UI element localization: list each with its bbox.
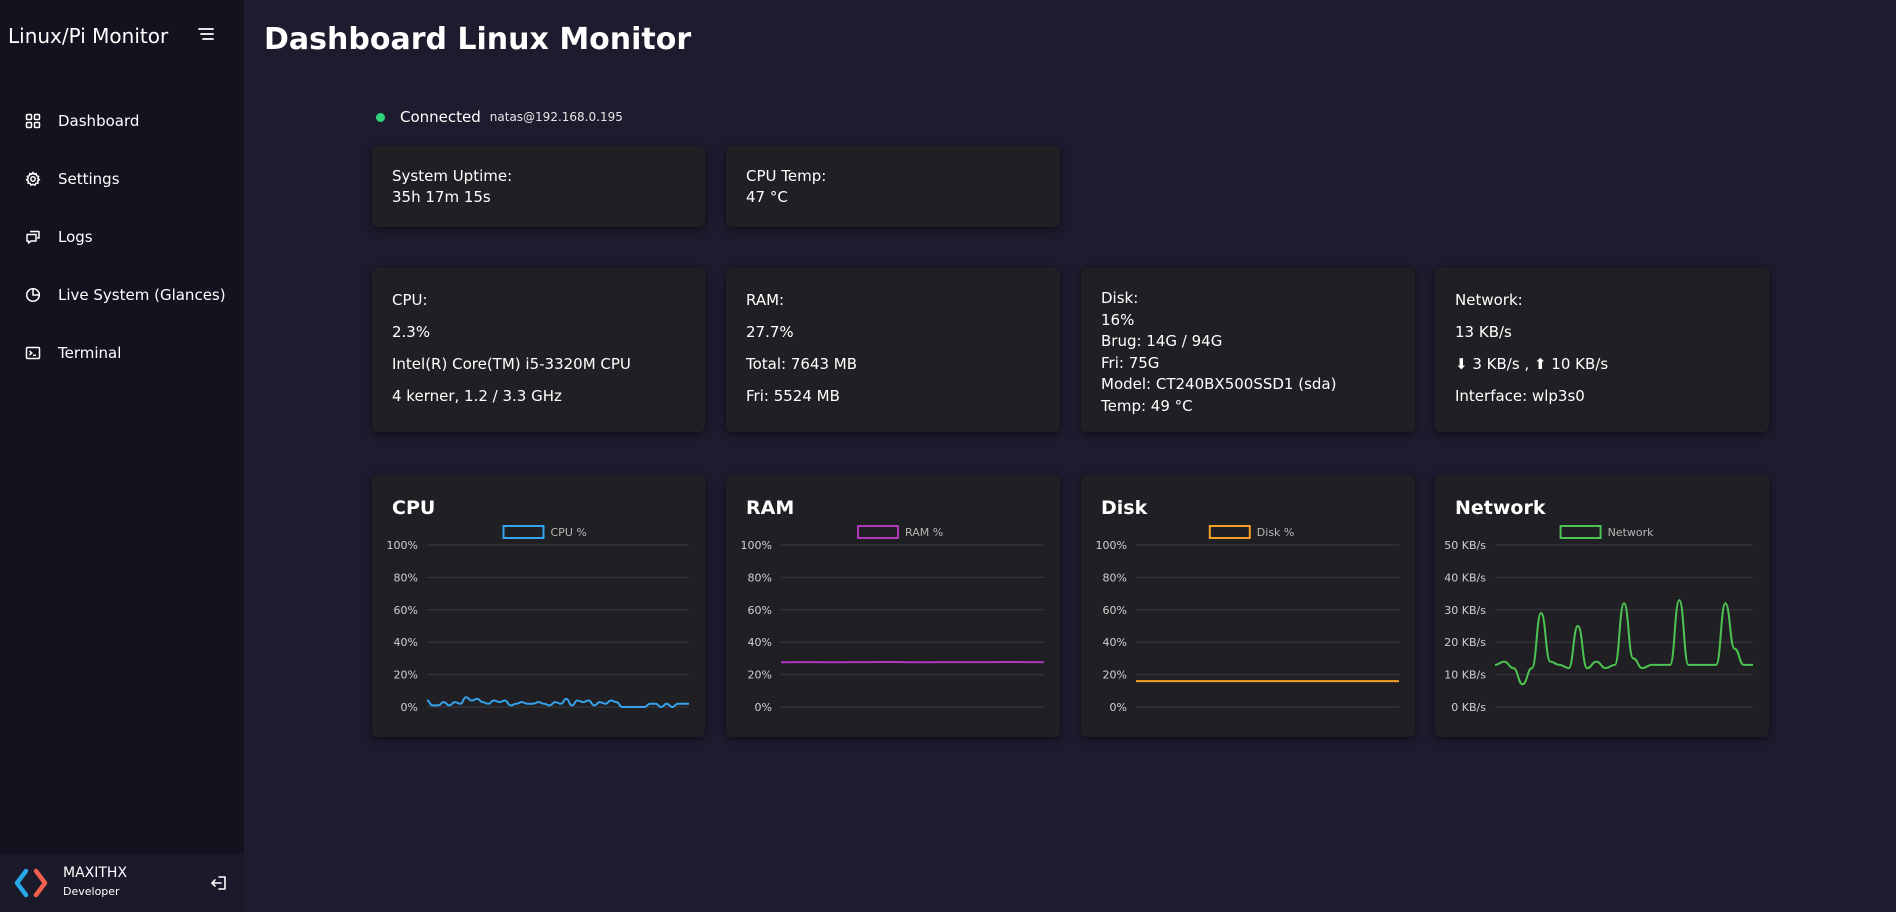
cpu-chart: CPU % 100% 80% 60% 40% 20% 0% [387, 525, 689, 714]
brand-logo-icon [14, 868, 48, 898]
messages-icon [25, 229, 41, 245]
menu-toggle-icon[interactable] [196, 24, 216, 44]
sidebar-item-live-system[interactable]: Live System (Glances) [0, 266, 244, 324]
disk-card: Disk: 16% Brug: 14G / 94G Fri: 75G Model… [1081, 268, 1415, 432]
y-tick-label: 0% [755, 701, 772, 714]
legend-swatch [1559, 525, 1602, 539]
y-tick-label: 0% [401, 701, 418, 714]
connection-status: Connected natas@192.168.0.195 [376, 108, 623, 126]
terminal-icon [25, 345, 41, 361]
cpu-usage: 2.3% [392, 323, 431, 341]
y-tick-label: 30 KB/s [1444, 604, 1486, 617]
ram-card: RAM: 27.7% Total: 7643 MB Fri: 5524 MB [726, 268, 1060, 432]
y-tick-label: 60% [748, 604, 772, 617]
ram-chart-card: RAM RAM % 100% 80% 60% 40% 20% 0% [726, 475, 1060, 737]
series-line [426, 696, 689, 708]
cpu-temp-label: CPU Temp: [746, 167, 827, 185]
legend-label: Network [1608, 526, 1655, 539]
sidebar-item-label: Terminal [58, 344, 122, 362]
network-label: Network: [1455, 291, 1523, 309]
status-dot-icon [376, 112, 385, 122]
y-tick-label: 50 KB/s [1444, 539, 1486, 552]
cpu-card: CPU: 2.3% Intel(R) Core(TM) i5-3320M CPU… [372, 268, 705, 432]
y-tick-label: 0% [1110, 701, 1127, 714]
grid-icon [25, 113, 41, 129]
legend-swatch [1208, 525, 1251, 539]
cpu-chart-card: CPU CPU % 100% 80% 60% 40% 20% 0% [372, 475, 705, 737]
profile-role: Developer [63, 885, 120, 898]
y-tick-label: 20% [748, 669, 772, 682]
legend-swatch [502, 525, 545, 539]
y-tick-label: 40% [394, 636, 418, 649]
sidebar-item-label: Settings [58, 170, 120, 188]
gear-icon [25, 171, 41, 187]
user-profile: MAXITHX Developer [0, 854, 244, 912]
sidebar-item-terminal[interactable]: Terminal [0, 324, 244, 382]
sidebar-item-label: Logs [58, 228, 93, 246]
pie-icon [25, 287, 41, 303]
network-chart: Network 50 KB/s 40 KB/s 30 KB/s 20 KB/s 10 KB… [1444, 525, 1753, 714]
y-tick-label: 20% [1103, 669, 1127, 682]
y-tick-label: 40% [748, 636, 772, 649]
legend-swatch [857, 525, 899, 539]
cpu-label: CPU: [392, 291, 428, 309]
y-tick-label: 80% [1103, 571, 1127, 584]
disk-model: Model: CT240BX500SSD1 (sda) [1101, 375, 1337, 393]
sidebar-item-dashboard[interactable]: Dashboard [0, 92, 244, 150]
y-tick-label: 80% [394, 571, 418, 584]
network-chart-card: Network Network 50 KB/s 40 KB/s 30 KB/s 20 K… [1435, 475, 1769, 737]
y-tick-label: 100% [1096, 539, 1127, 552]
legend-label: CPU % [551, 526, 587, 539]
cpu-model: Intel(R) Core(TM) i5-3320M CPU [392, 355, 631, 373]
disk-chart-card: Disk Disk % 100% 80% 60% 40% 20% 0% [1081, 475, 1415, 737]
uptime-value: 35h 17m 15s [392, 188, 491, 206]
status-text: Connected [400, 108, 481, 126]
y-tick-label: 0 KB/s [1451, 701, 1486, 714]
logout-icon[interactable] [210, 874, 228, 892]
y-tick-label: 40% [1103, 636, 1127, 649]
sidebar-item-settings[interactable]: Settings [0, 150, 244, 208]
disk-label: Disk: [1101, 289, 1139, 307]
y-tick-label: 60% [1103, 604, 1127, 617]
sidebar-nav: Dashboard Settings Logs Live System (Gla… [0, 92, 244, 382]
ram-usage: 27.7% [746, 323, 794, 341]
y-tick-label: 40 KB/s [1444, 571, 1486, 584]
disk-free: Fri: 75G [1101, 353, 1160, 372]
disk-temp: Temp: 49 °C [1101, 396, 1193, 415]
sidebar-item-label: Dashboard [58, 112, 140, 130]
sidebar: Linux/Pi Monitor Dashboard Settings Logs [0, 0, 244, 912]
network-card: Network: 13 KB/s ⬇ 3 KB/s , ⬆ 10 KB/s In… [1435, 268, 1769, 432]
network-updown: ⬇ 3 KB/s , ⬆ 10 KB/s [1455, 355, 1609, 373]
cpu-temp-value: 47 °C [746, 188, 788, 206]
network-speed: 13 KB/s [1455, 323, 1512, 341]
status-host: natas@192.168.0.195 [489, 110, 623, 124]
ram-chart: RAM % 100% 80% 60% 40% 20% 0% [741, 525, 1044, 714]
ram-total: Total: 7643 MB [746, 355, 858, 373]
network-interface: Interface: wlp3s0 [1455, 387, 1585, 405]
y-tick-label: 20% [394, 669, 418, 682]
y-tick-label: 60% [394, 604, 418, 617]
ram-free: Fri: 5524 MB [746, 387, 840, 405]
app-brand: Linux/Pi Monitor [8, 24, 169, 48]
sidebar-item-logs[interactable]: Logs [0, 208, 244, 266]
profile-name: MAXITHX [63, 865, 128, 881]
cpu-temp-card: CPU Temp: 47 °C [726, 146, 1060, 227]
y-tick-label: 100% [741, 539, 772, 552]
y-tick-label: 80% [748, 571, 772, 584]
uptime-label: System Uptime: [392, 167, 513, 185]
uptime-card: System Uptime: 35h 17m 15s [372, 146, 705, 227]
disk-used: Brug: 14G / 94G [1101, 332, 1223, 350]
y-tick-label: 10 KB/s [1444, 669, 1486, 682]
sidebar-item-label: Live System (Glances) [58, 286, 226, 304]
y-tick-label: 20 KB/s [1444, 636, 1486, 649]
legend-label: RAM % [905, 526, 943, 539]
disk-usage: 16% [1101, 310, 1135, 329]
page-title: Dashboard Linux Monitor [264, 22, 692, 57]
cpu-cores: 4 kerner, 1.2 / 3.3 GHz [392, 387, 562, 405]
legend-label: Disk % [1257, 526, 1295, 539]
disk-chart: Disk % 100% 80% 60% 40% 20% 0% [1096, 525, 1399, 714]
ram-label: RAM: [746, 291, 785, 309]
y-tick-label: 100% [387, 539, 418, 552]
